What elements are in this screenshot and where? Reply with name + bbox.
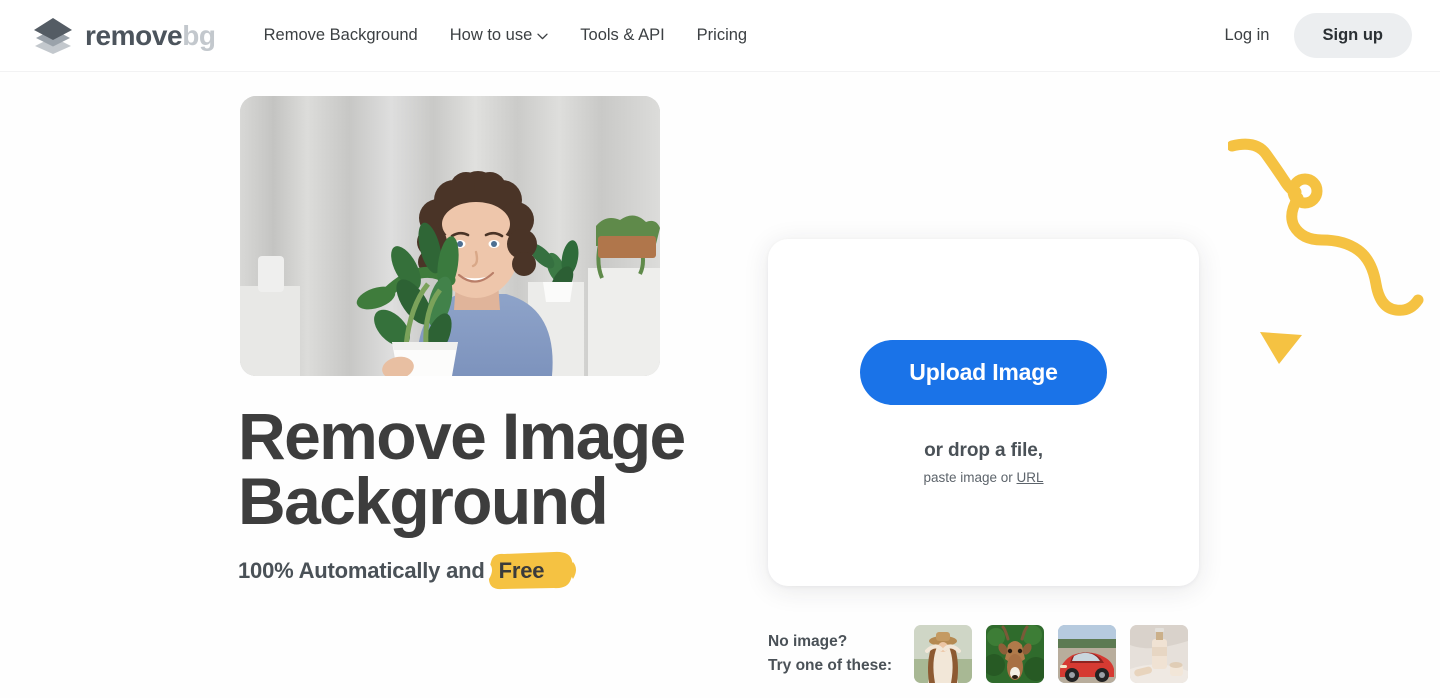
free-label: Free: [498, 558, 545, 583]
drop-file-text: or drop a file,: [924, 440, 1043, 461]
site-logo[interactable]: removebg: [32, 17, 216, 55]
nav-label: How to use: [449, 26, 533, 44]
thumb-woman-hat-image: [914, 625, 973, 683]
sample-thumbnail-cosmetics[interactable]: [1130, 625, 1189, 683]
sample-thumbnail-red-car[interactable]: [1058, 625, 1117, 683]
nav-label: Remove Background: [263, 26, 418, 44]
nav-item-remove-background[interactable]: Remove Background: [248, 18, 434, 53]
free-badge: Free: [486, 551, 576, 590]
sample-images-section: No image? Try one of these:: [768, 625, 1189, 683]
login-link[interactable]: Log in: [1209, 17, 1286, 54]
sample-label-line1: No image?: [768, 632, 848, 650]
sample-thumbnail-row: [914, 625, 1189, 683]
site-header: removebg Remove Background How to use To…: [0, 0, 1440, 72]
layers-diamond-icon: [34, 17, 72, 54]
thumb-red-car-image: [1058, 625, 1117, 683]
page-subtitle: 100% Automatically and Free: [238, 551, 576, 590]
nav-label: Pricing: [696, 26, 748, 44]
url-link[interactable]: URL: [1017, 470, 1044, 485]
paste-hint-prefix: paste image or: [923, 470, 1017, 485]
logo-text-secondary: bg: [182, 19, 216, 51]
paste-hint: paste image or URL: [923, 470, 1043, 485]
upload-image-button[interactable]: Upload Image: [860, 340, 1107, 405]
sample-thumbnail-woman-hat[interactable]: [914, 625, 973, 683]
yellow-triangle-icon: [1260, 332, 1302, 364]
header-actions: Log in Sign up: [1209, 13, 1412, 58]
nav-label: Tools & API: [580, 26, 665, 44]
upload-dropzone-card[interactable]: Upload Image or drop a file, paste image…: [768, 239, 1199, 586]
page-root: removebg Remove Background How to use To…: [0, 0, 1440, 698]
subtitle-prefix: 100% Automatically and: [238, 558, 485, 583]
sample-label-line2: Try one of these:: [768, 657, 893, 674]
signup-button[interactable]: Sign up: [1293, 13, 1412, 58]
chevron-down-icon: [537, 33, 548, 40]
nav-item-tools-api[interactable]: Tools & API: [564, 18, 680, 53]
logo-text: removebg: [85, 19, 216, 51]
sample-thumbnail-antelope[interactable]: [986, 625, 1045, 683]
hero-photo-illustration: [240, 96, 660, 376]
thumb-antelope-image: [986, 625, 1045, 683]
hero-image: [240, 96, 660, 376]
nav-item-how-to-use[interactable]: How to use: [434, 18, 565, 53]
nav-item-pricing[interactable]: Pricing: [681, 18, 763, 53]
sample-images-label: No image? Try one of these:: [768, 630, 892, 678]
thumb-cosmetics-image: [1130, 625, 1189, 683]
logo-text-primary: remove: [85, 19, 183, 51]
yellow-squiggle-icon: [1228, 138, 1424, 316]
main-nav: Remove Background How to use Tools & API…: [248, 18, 763, 53]
